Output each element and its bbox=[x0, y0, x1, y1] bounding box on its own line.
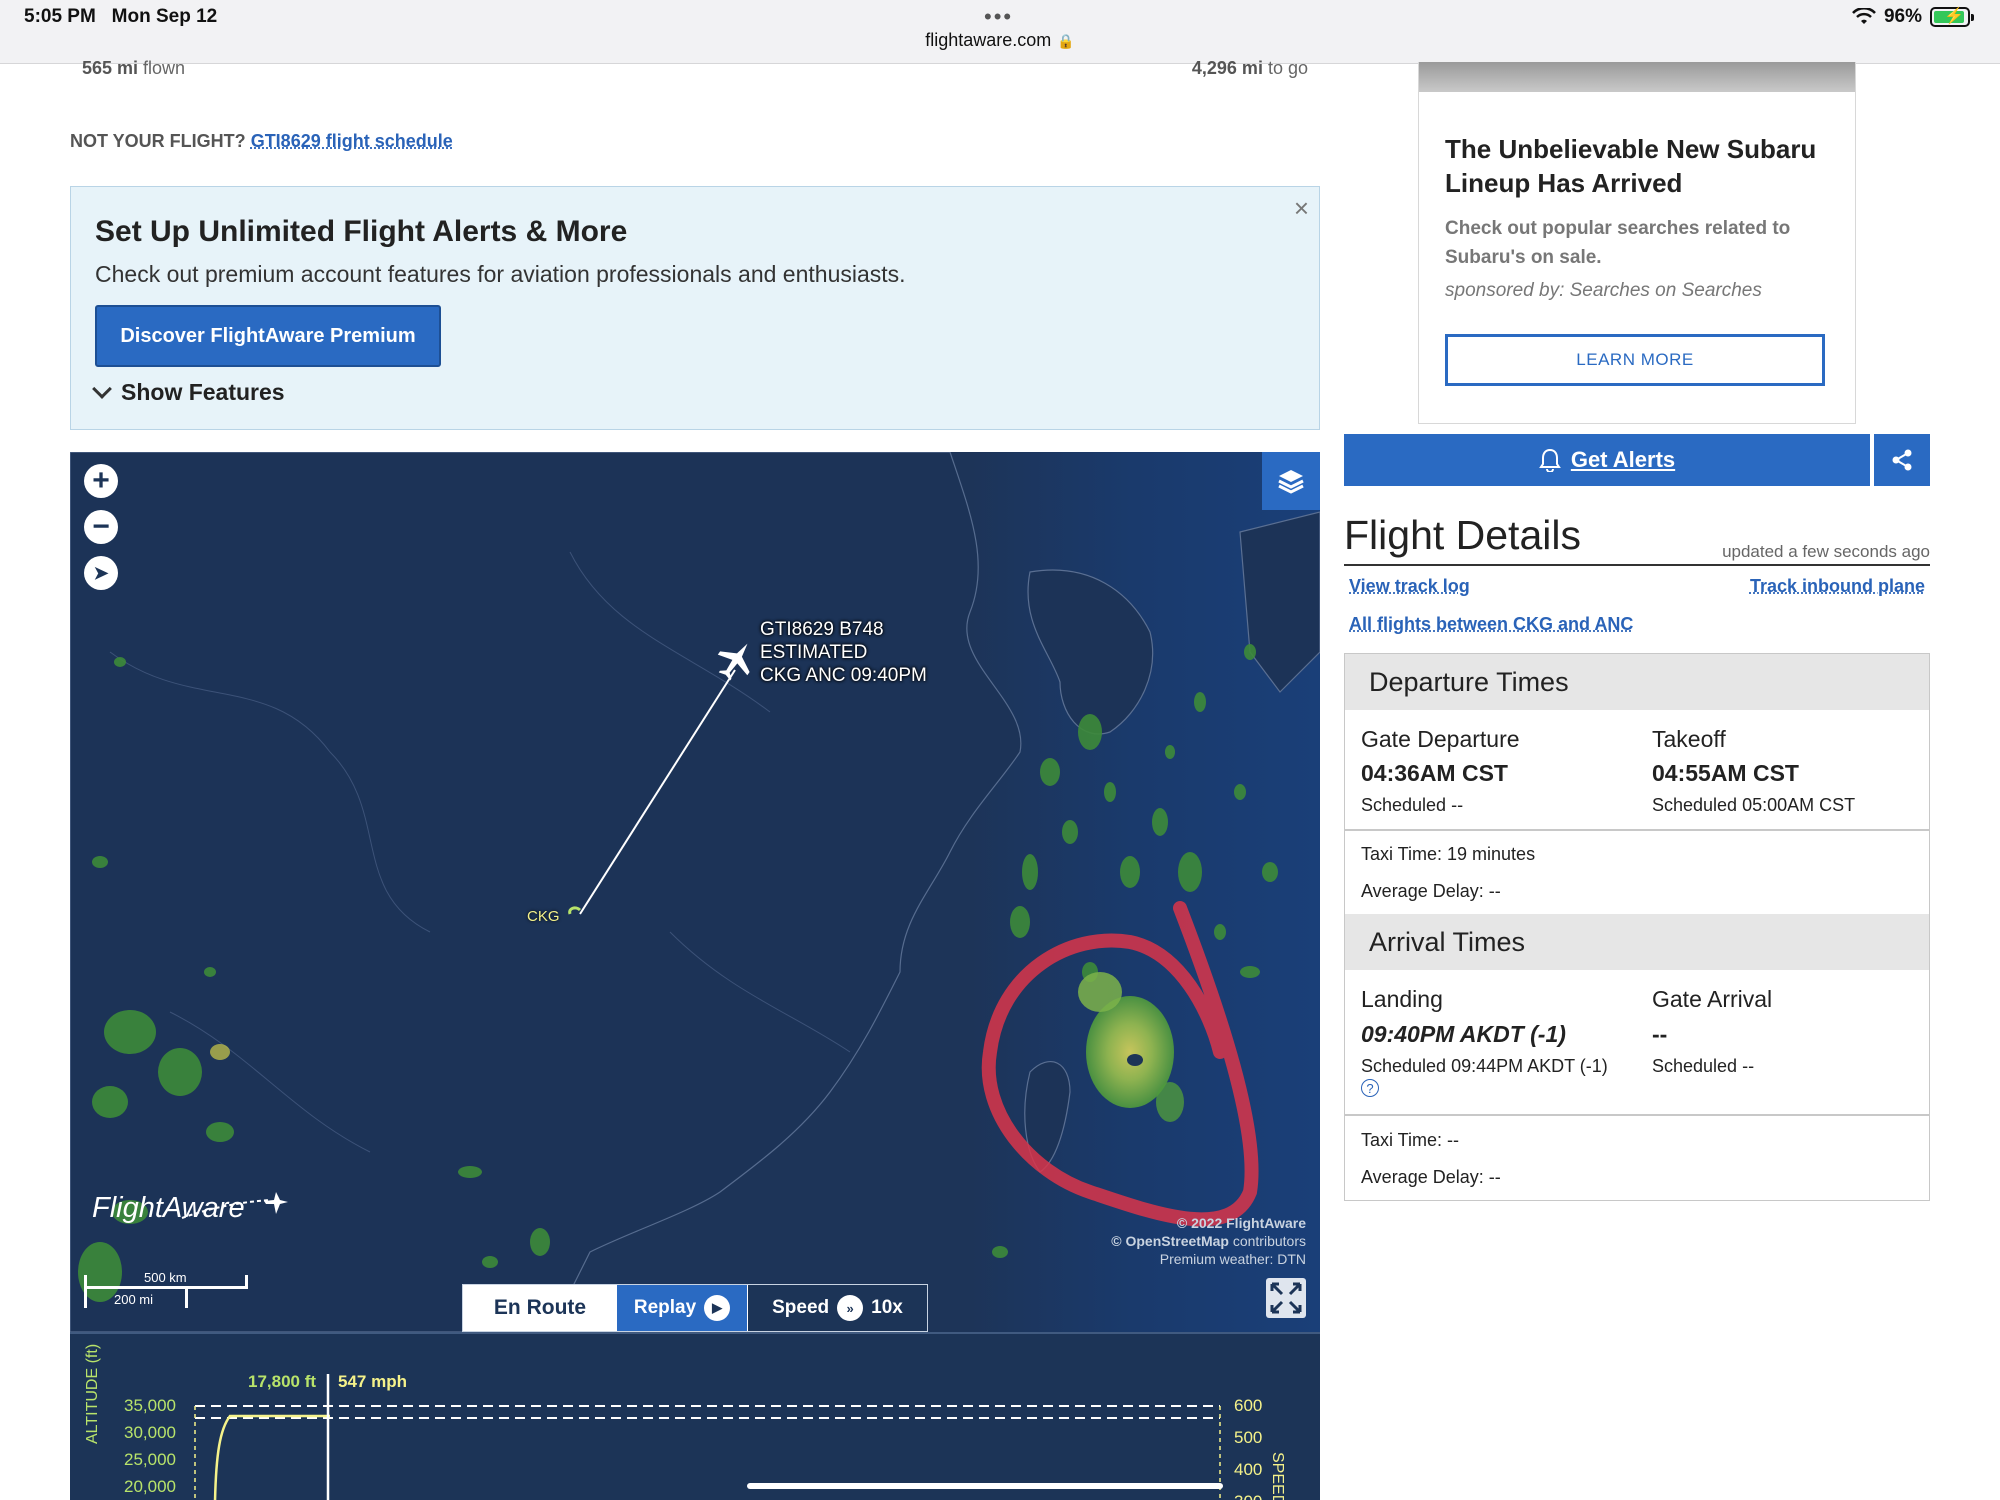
flight-map[interactable]: + − ➤ GTI8629 B748 ESTIMATED CKG ANC 09:… bbox=[70, 452, 1320, 1332]
expand-icon bbox=[1270, 1282, 1302, 1314]
address-bar[interactable]: flightaware.com 🔒 bbox=[0, 30, 2000, 51]
title-divider bbox=[1344, 564, 1930, 566]
discover-premium-button[interactable]: Discover FlightAware Premium bbox=[95, 305, 441, 367]
gate-arrival-time: -- bbox=[1652, 1021, 1668, 1047]
gate-departure-scheduled: Scheduled -- bbox=[1361, 795, 1464, 815]
gate-arrival-scheduled: Scheduled -- bbox=[1652, 1056, 1755, 1076]
ad-image bbox=[1419, 62, 1855, 92]
browser-status-bar: 5:05 PM Mon Sep 12 ••• flightaware.com 🔒 … bbox=[0, 0, 2000, 64]
layers-icon bbox=[1278, 470, 1304, 494]
distance-flown: 565 mi flown bbox=[82, 58, 186, 78]
share-icon bbox=[1892, 449, 1912, 471]
tab-speed[interactable]: Speed » 10x bbox=[747, 1285, 927, 1331]
wifi-icon bbox=[1852, 8, 1876, 24]
divider bbox=[1345, 829, 1929, 831]
status-time: 5:05 PM Mon Sep 12 bbox=[24, 6, 218, 27]
battery-percent: 96% bbox=[1883, 6, 1922, 27]
view-track-log-link[interactable]: View track log bbox=[1349, 576, 1470, 597]
not-your-flight: NOT YOUR FLIGHT? GTI8629 flight schedule bbox=[70, 131, 453, 151]
track-inbound-link[interactable]: Track inbound plane bbox=[1750, 576, 1925, 597]
battery-icon: ⚡ bbox=[1930, 7, 1974, 27]
status-indicators: 96% ⚡ bbox=[1852, 6, 1974, 28]
takeoff-label: Takeoff bbox=[1652, 726, 1726, 752]
gate-departure-time: 04:36AM CST bbox=[1361, 760, 1508, 786]
logo-plane-icon bbox=[181, 1192, 288, 1219]
altitude-speed-chart[interactable]: 17,800 ft 547 mph 35,000 30,000 25,000 2… bbox=[70, 1332, 1320, 1500]
play-icon: ▶ bbox=[704, 1295, 731, 1321]
tab-replay[interactable]: Replay ▶ bbox=[617, 1285, 747, 1331]
flight-details-title: Flight Details bbox=[1344, 512, 1581, 558]
map-credits: © 2022 FlightAware © OpenStreetMap contr… bbox=[1111, 1215, 1306, 1267]
departure-average-delay: Average Delay: -- bbox=[1361, 881, 1501, 901]
map-mode-tabs: En Route Replay ▶ Speed » 10x bbox=[462, 1284, 928, 1332]
fast-forward-icon: » bbox=[837, 1295, 864, 1321]
ad-sponsor: sponsored by: Searches on Searches bbox=[1445, 280, 1762, 301]
tab-en-route[interactable]: En Route bbox=[463, 1285, 617, 1331]
ad-title[interactable]: The Unbelievable New Subaru Lineup Has A… bbox=[1445, 132, 1845, 200]
departure-times-header: Departure Times bbox=[1345, 654, 1929, 710]
altitude-plot bbox=[194, 1374, 1223, 1500]
landing-scheduled: Scheduled 09:44PM AKDT (-1) bbox=[1361, 1056, 1608, 1076]
takeoff-time: 04:55AM CST bbox=[1652, 760, 1799, 786]
lock-icon: 🔒 bbox=[1057, 33, 1075, 49]
more-dots-icon[interactable]: ••• bbox=[984, 4, 1013, 30]
learn-more-button[interactable]: LEARN MORE bbox=[1445, 334, 1825, 386]
get-alerts-button[interactable]: Get Alerts bbox=[1344, 434, 1870, 486]
bell-icon bbox=[1538, 448, 1561, 472]
help-icon[interactable]: ? bbox=[1361, 1079, 1379, 1097]
gate-arrival-label: Gate Arrival bbox=[1652, 986, 1773, 1012]
fullscreen-button[interactable] bbox=[1266, 1278, 1306, 1318]
distance-to-go: 4,296 mi to go bbox=[1191, 58, 1308, 78]
zoom-out-button[interactable]: − bbox=[84, 510, 118, 544]
all-flights-link[interactable]: All flights between CKG and ANC bbox=[1349, 614, 1633, 635]
landing-label: Landing bbox=[1361, 986, 1443, 1012]
promo-title: Set Up Unlimited Flight Alerts & More bbox=[95, 215, 628, 248]
arrival-average-delay: Average Delay: -- bbox=[1361, 1167, 1501, 1187]
departure-taxi-time: Taxi Time: 19 minutes bbox=[1361, 844, 1536, 864]
takeoff-scheduled: Scheduled 05:00AM CST bbox=[1652, 795, 1856, 815]
layers-button[interactable] bbox=[1262, 452, 1320, 510]
arrival-taxi-time: Taxi Time: -- bbox=[1361, 1130, 1460, 1150]
share-button[interactable] bbox=[1872, 434, 1930, 486]
updated-timestamp: updated a few seconds ago bbox=[1722, 542, 1930, 561]
zoom-in-button[interactable]: + bbox=[84, 464, 118, 498]
landing-time: 09:40PM AKDT (-1) bbox=[1361, 1021, 1566, 1047]
close-icon[interactable]: × bbox=[1294, 193, 1309, 224]
premium-promo-banner: Set Up Unlimited Flight Alerts & More Ch… bbox=[70, 186, 1320, 430]
gate-departure-label: Gate Departure bbox=[1361, 726, 1520, 752]
divider bbox=[1345, 1114, 1929, 1116]
flight-schedule-link[interactable]: GTI8629 flight schedule bbox=[251, 131, 453, 151]
ad-description: Check out popular searches related to Su… bbox=[1445, 218, 1791, 268]
origin-airport-label: CKG bbox=[527, 908, 560, 925]
map-scale-bar: 500 km 200 mi bbox=[84, 1270, 250, 1312]
compass-button[interactable]: ➤ bbox=[84, 556, 118, 590]
promo-description: Check out premium account features for a… bbox=[95, 261, 906, 287]
show-features-toggle[interactable]: Show Features bbox=[92, 378, 285, 406]
chevron-down-icon bbox=[92, 378, 112, 399]
sponsored-ad[interactable]: The Unbelievable New Subaru Lineup Has A… bbox=[1418, 62, 1856, 424]
times-panel: Departure Times Gate Departure 04:36AM C… bbox=[1344, 653, 1930, 1201]
arrival-times-header: Arrival Times bbox=[1345, 914, 1929, 970]
flight-label[interactable]: GTI8629 B748 ESTIMATED CKG ANC 09:40PM bbox=[760, 618, 927, 687]
